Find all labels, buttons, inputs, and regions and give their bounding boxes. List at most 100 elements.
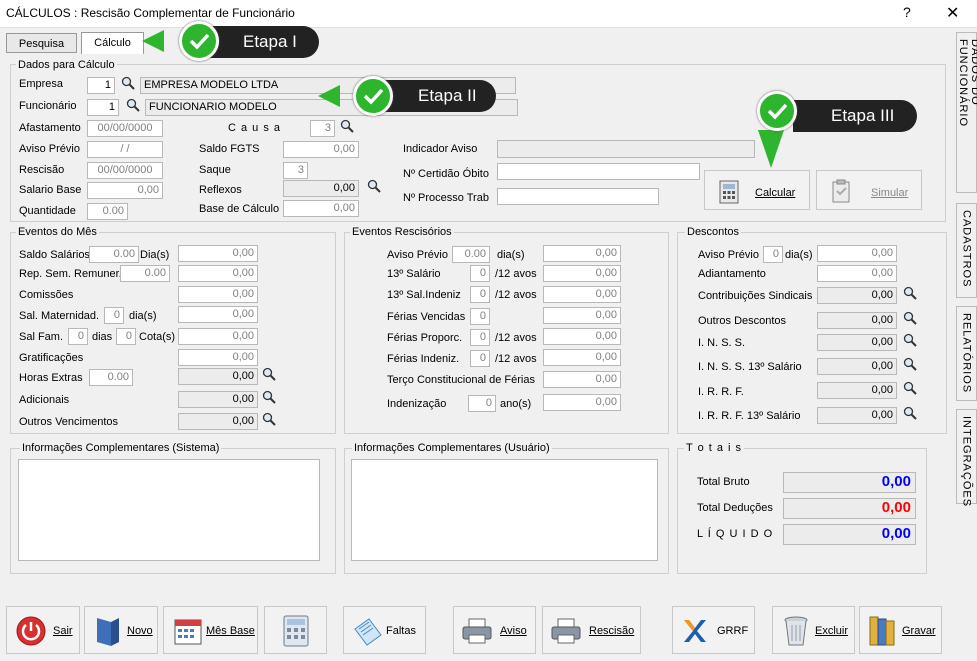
gratificacoes-value[interactable]: 0,00 — [178, 349, 258, 366]
search-icon[interactable] — [262, 412, 276, 426]
rescisao-button[interactable]: Rescisão — [542, 606, 641, 654]
descontos-title: Descontos — [685, 226, 741, 238]
side-tab-label: RELATÓRIOS — [960, 313, 973, 394]
excluir-button[interactable]: Excluir — [772, 606, 855, 654]
indenizacao-qty[interactable]: 0 — [468, 395, 496, 412]
indenizacao-value[interactable]: 0,00 — [543, 394, 621, 411]
calcular-button[interactable]: Calcular — [704, 170, 810, 210]
aviso-previo-label: Aviso Prévio — [387, 249, 448, 261]
ferias-indeniz-label: Férias Indeniz. — [387, 353, 460, 365]
aviso-previo-input[interactable]: / / — [87, 141, 163, 158]
ferias-vencidas-qty[interactable]: 0 — [470, 308, 490, 325]
aviso-label: Aviso — [500, 625, 527, 637]
avos-label: /12 avos — [495, 332, 537, 344]
certidao-input[interactable] — [497, 163, 700, 180]
sair-label: Sair — [53, 625, 73, 637]
desc-aviso-value[interactable]: 0,00 — [817, 245, 897, 262]
sal-familia-qty[interactable]: 0 — [68, 328, 88, 345]
adiantamento-value[interactable]: 0,00 — [817, 265, 897, 282]
saldo-fgts-input[interactable]: 0,00 — [283, 141, 359, 158]
eventos-mes-title: Eventos do Mês — [16, 226, 99, 238]
side-tab-cadastros[interactable]: CADASTROS — [956, 203, 977, 298]
search-icon[interactable] — [903, 357, 917, 371]
total-bruto-value: 0,00 — [783, 472, 916, 493]
search-icon[interactable] — [340, 119, 354, 133]
ferias-indeniz-value[interactable]: 0,00 — [543, 349, 621, 366]
simular-button[interactable]: Simular — [816, 170, 922, 210]
search-icon[interactable] — [262, 390, 276, 404]
saldo-salarios-value[interactable]: 0,00 — [178, 245, 258, 262]
reflexos-field: 0,00 — [283, 180, 359, 197]
faltas-button[interactable]: Faltas — [343, 606, 426, 654]
sair-button[interactable]: Sair — [6, 606, 80, 654]
sal-familia-value[interactable]: 0,00 — [178, 328, 258, 345]
13-salario-value[interactable]: 0,00 — [543, 265, 621, 282]
ferias-proporc-label: Férias Proporc. — [387, 332, 463, 344]
ferias-proporc-qty[interactable]: 0 — [470, 329, 490, 346]
saldo-salarios-label: Saldo Salários — [19, 249, 90, 261]
horas-extras-qty[interactable]: 0.00 — [89, 369, 133, 386]
reflexos-label: Reflexos — [199, 184, 242, 196]
side-tab-dados-funcionario[interactable]: DADOS DO FUNCIONÁRIO — [956, 32, 977, 193]
afastamento-input[interactable]: 00/00/0000 — [87, 120, 163, 137]
search-icon[interactable] — [903, 286, 917, 300]
ferias-proporc-value[interactable]: 0,00 — [543, 328, 621, 345]
outros-vencimentos-value: 0,00 — [178, 413, 258, 430]
processo-input[interactable] — [497, 188, 659, 205]
power-icon — [16, 616, 46, 646]
aviso-button[interactable]: Aviso — [453, 606, 536, 654]
search-icon[interactable] — [367, 179, 381, 193]
empresa-code-input[interactable]: 1 — [87, 77, 115, 94]
search-icon[interactable] — [903, 311, 917, 325]
rescisao-input[interactable]: 00/00/0000 — [87, 162, 163, 179]
quantidade-input[interactable]: 0.00 — [87, 203, 128, 220]
desc-aviso-qty[interactable]: 0 — [763, 246, 783, 263]
comissoes-value[interactable]: 0,00 — [178, 286, 258, 303]
help-button[interactable]: ? — [903, 4, 911, 20]
saldo-salarios-qty[interactable]: 0.00 — [89, 246, 139, 263]
ferias-vencidas-value[interactable]: 0,00 — [543, 307, 621, 324]
search-icon[interactable] — [262, 367, 276, 381]
base-calculo-input[interactable]: 0,00 — [283, 200, 359, 217]
pointer-arrow-icon — [318, 85, 340, 107]
adicionais-label: Adicionais — [19, 394, 70, 406]
indicador-aviso-select[interactable] — [497, 140, 755, 158]
tab-calculo[interactable]: Cálculo — [81, 32, 144, 54]
search-icon[interactable] — [903, 406, 917, 420]
side-tab-label: INTEGRAÇÕES — [960, 416, 973, 508]
novo-button[interactable]: Novo — [84, 606, 158, 654]
13-sal-indeniz-qty[interactable]: 0 — [470, 286, 490, 303]
close-button[interactable]: ✕ — [946, 3, 959, 23]
causa-input[interactable]: 3 — [310, 120, 335, 137]
13-salario-qty[interactable]: 0 — [470, 265, 490, 282]
calculadora-button[interactable] — [264, 606, 327, 654]
novo-label: Novo — [127, 625, 153, 637]
search-icon[interactable] — [903, 381, 917, 395]
inss-13-value: 0,00 — [817, 358, 897, 375]
funcionario-code-input[interactable]: 1 — [87, 99, 119, 116]
sal-familia-cota[interactable]: 0 — [116, 328, 136, 345]
terco-constitucional-value[interactable]: 0,00 — [543, 371, 621, 388]
search-icon[interactable] — [126, 98, 140, 112]
aviso-previo-value[interactable]: 0,00 — [543, 245, 621, 262]
pointer-arrow-icon — [758, 130, 784, 168]
ferias-indeniz-qty[interactable]: 0 — [470, 350, 490, 367]
rep-sem-value[interactable]: 0,00 — [178, 265, 258, 282]
grrf-button[interactable]: GRRF — [672, 606, 755, 654]
salario-base-input[interactable]: 0,00 — [87, 182, 163, 199]
side-tab-integracoes[interactable]: INTEGRAÇÕES — [956, 409, 977, 508]
tab-pesquisa[interactable]: Pesquisa — [6, 33, 77, 53]
info-usuario-textarea[interactable] — [351, 459, 658, 561]
13-sal-indeniz-value[interactable]: 0,00 — [543, 286, 621, 303]
aviso-previo-qty[interactable]: 0.00 — [452, 246, 490, 263]
gravar-button[interactable]: Gravar — [859, 606, 942, 654]
mes-base-button[interactable]: Mês Base — [163, 606, 258, 654]
rep-sem-qty[interactable]: 0.00 — [120, 265, 170, 282]
search-icon[interactable] — [903, 333, 917, 347]
info-sistema-textarea[interactable] — [18, 459, 320, 561]
sal-maternidade-value[interactable]: 0,00 — [178, 306, 258, 323]
sal-maternidade-qty[interactable]: 0 — [104, 307, 124, 324]
saque-input[interactable]: 3 — [283, 162, 308, 179]
search-icon[interactable] — [121, 76, 135, 90]
side-tab-relatorios[interactable]: RELATÓRIOS — [956, 306, 977, 401]
